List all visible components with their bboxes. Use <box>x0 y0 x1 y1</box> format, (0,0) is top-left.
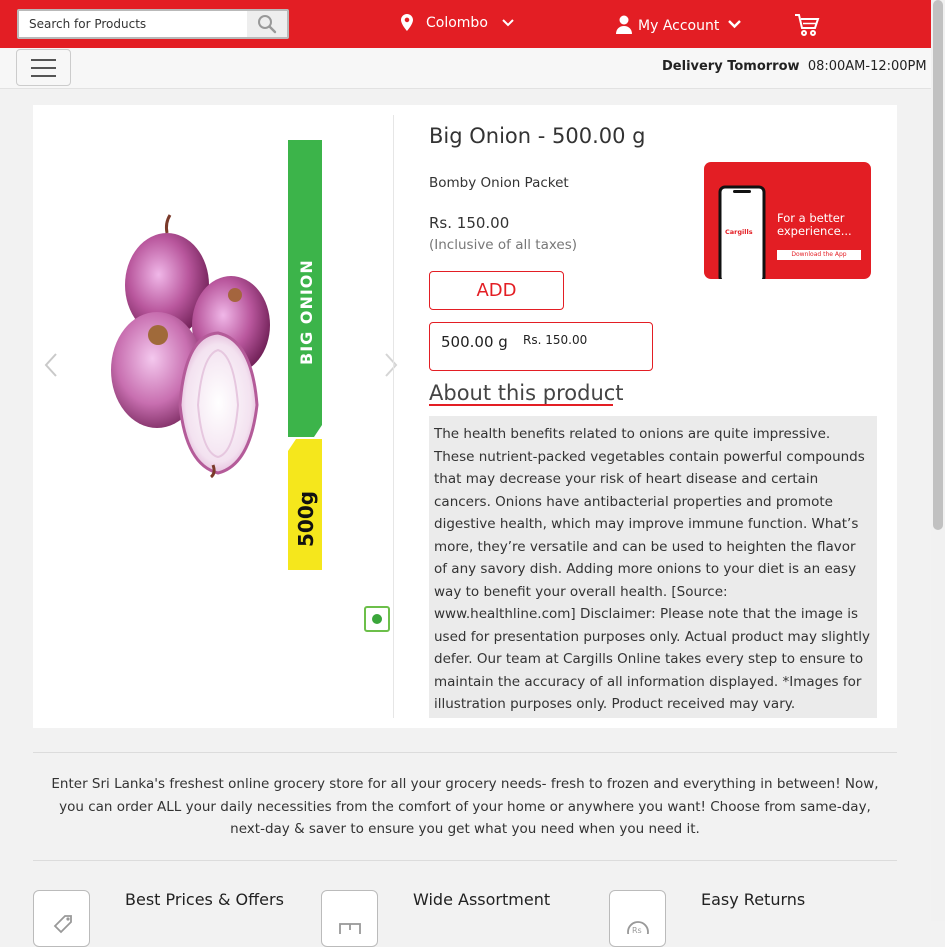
search-button[interactable] <box>247 11 287 37</box>
map-pin-icon <box>401 14 413 31</box>
carousel-indicator[interactable] <box>364 606 390 632</box>
my-account-menu[interactable]: My Account <box>616 14 742 34</box>
variant-option[interactable]: 500.00 g Rs. 150.00 <box>429 322 653 371</box>
box-icon <box>338 922 361 934</box>
chevron-down-icon <box>502 18 514 26</box>
app-download-banner[interactable]: Cargills For a better experience... Down… <box>704 162 871 279</box>
feature-icon-box <box>321 890 378 947</box>
search-input[interactable] <box>19 11 249 37</box>
feature-title: Wide Assortment <box>413 890 551 909</box>
delivery-label: Delivery Tomorrow <box>662 59 800 74</box>
rupee-icon: Rs <box>626 920 649 934</box>
hamburger-menu-button[interactable] <box>16 49 71 86</box>
tax-note: (Inclusive of all taxes) <box>429 237 578 253</box>
add-to-cart-button[interactable]: ADD <box>429 271 564 310</box>
product-subtitle: Bomby Onion Packet <box>429 175 569 191</box>
feature-icon-box: Rs <box>609 890 666 947</box>
location-selector[interactable]: Colombo <box>401 14 514 31</box>
chevron-right-icon <box>385 353 398 377</box>
promo-brand: Cargills <box>725 228 753 236</box>
carousel-next-button[interactable] <box>384 352 398 385</box>
scrollbar-thumb[interactable] <box>933 0 943 530</box>
section-divider <box>33 752 897 753</box>
feature-icon-box <box>33 890 90 947</box>
carousel-dot <box>372 614 382 624</box>
product-image: BIG ONION 500g <box>111 140 322 570</box>
chevron-down-icon <box>728 19 742 28</box>
product-description: The health benefits related to onions ar… <box>429 416 877 718</box>
about-heading: About this product <box>429 381 624 405</box>
search-box <box>17 9 289 39</box>
delivery-time: 08:00AM-12:00PM <box>807 59 927 74</box>
download-app-button[interactable]: Download the App <box>777 250 861 260</box>
package-label-name: BIG ONION <box>297 259 316 365</box>
variant-price: Rs. 150.00 <box>523 333 588 347</box>
card-divider <box>393 115 394 718</box>
hamburger-line <box>31 58 56 61</box>
feature-title: Best Prices & Offers <box>125 890 284 909</box>
product-title: Big Onion - 500.00 g <box>429 124 646 148</box>
promo-text: For a better experience... <box>777 211 852 238</box>
chevron-left-icon <box>44 353 57 377</box>
cart-button[interactable] <box>794 13 820 41</box>
feature-title: Easy Returns <box>701 890 806 909</box>
carousel-prev-button[interactable] <box>44 352 58 385</box>
cart-icon <box>795 14 820 36</box>
section-divider <box>33 860 897 861</box>
store-intro: Enter Sri Lanka's freshest online grocer… <box>51 776 879 837</box>
search-icon <box>258 15 277 34</box>
hamburger-line <box>31 74 56 77</box>
about-heading-underline <box>429 404 613 406</box>
my-account-label: My Account <box>638 18 720 34</box>
package-label-weight: 500g <box>294 491 318 547</box>
hamburger-line <box>31 66 56 69</box>
delivery-info: Delivery Tomorrow 08:00AM-12:00PM <box>662 59 927 74</box>
svg-text:Rs: Rs <box>632 926 642 934</box>
tag-icon <box>53 914 72 933</box>
location-label: Colombo <box>426 14 488 31</box>
user-icon <box>616 15 632 34</box>
variant-weight: 500.00 g <box>441 333 508 351</box>
product-price: Rs. 150.00 <box>429 214 510 232</box>
